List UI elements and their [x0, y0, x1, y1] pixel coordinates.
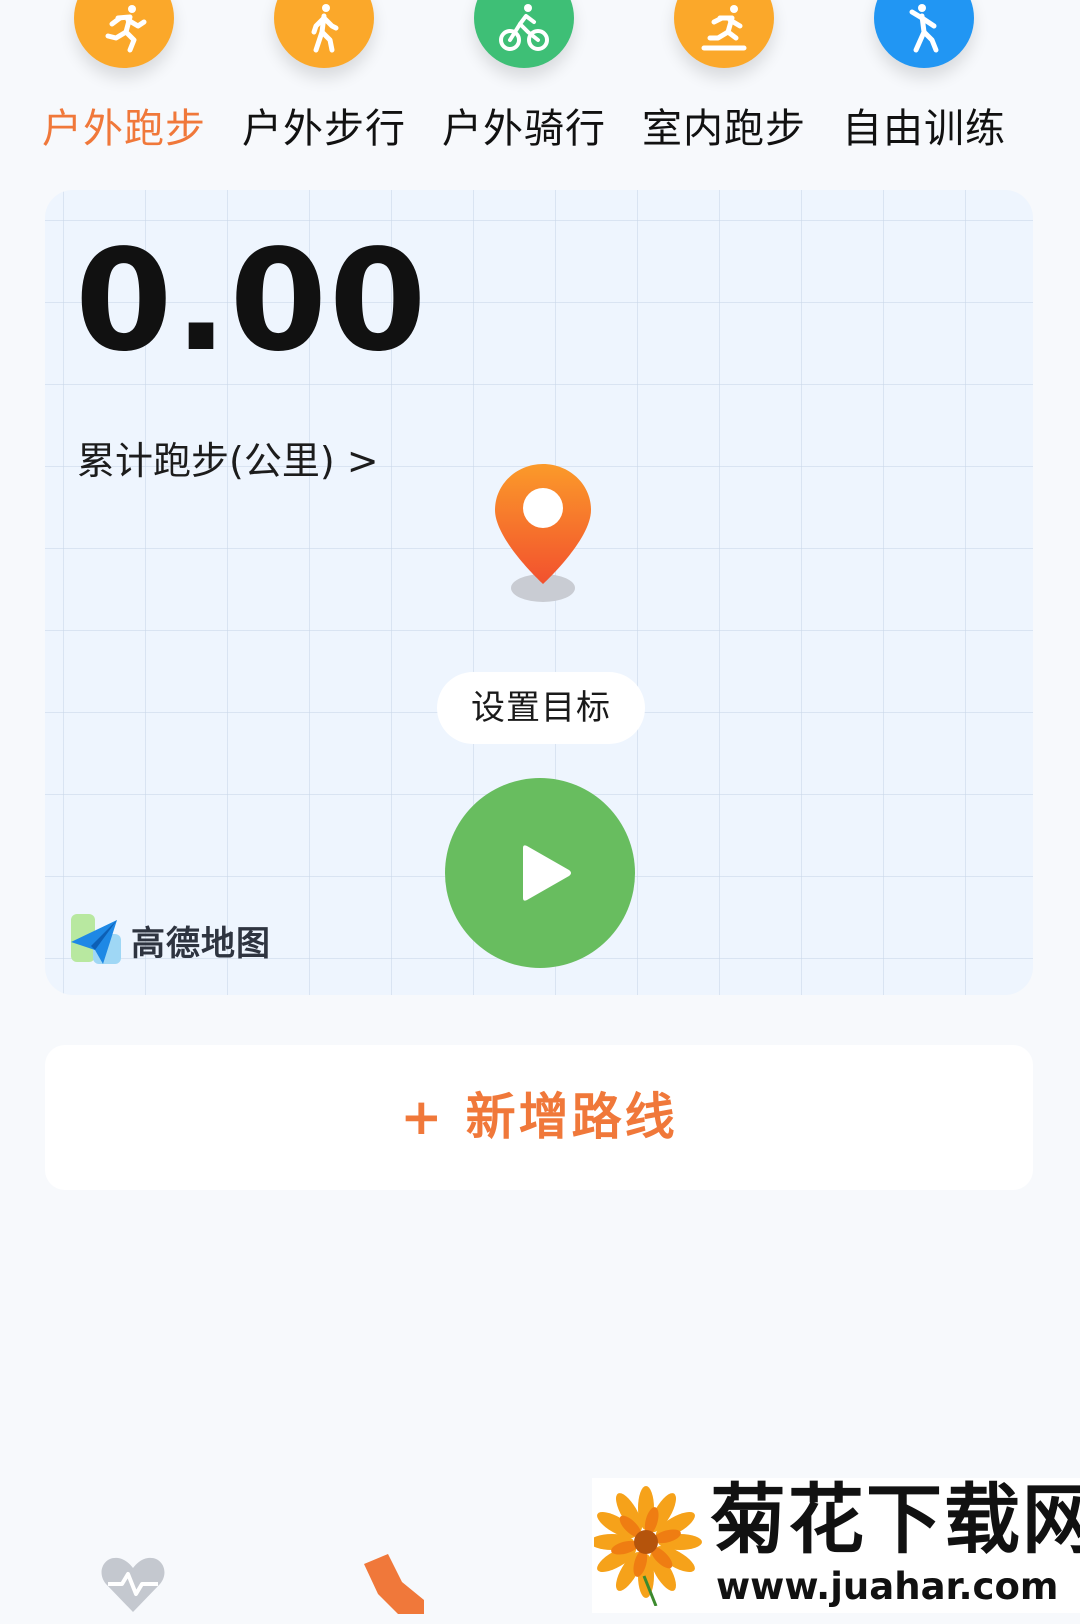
- tab-label: 室内跑步: [642, 106, 806, 152]
- runner-icon: [105, 5, 147, 53]
- set-goal-button[interactable]: 设置目标: [437, 672, 645, 744]
- shoe-icon: [364, 1554, 424, 1614]
- nav-item-sport[interactable]: [358, 1554, 438, 1624]
- tab-indoor-run[interactable]: 室内跑步: [624, 0, 824, 160]
- cyclist-icon: [499, 4, 549, 51]
- outdoor-cycling-badge: [474, 0, 574, 68]
- total-distance-value: 0.00: [75, 220, 429, 383]
- outdoor-run-badge: [74, 0, 174, 68]
- location-pin-icon: [495, 464, 591, 602]
- nav-item-health[interactable]: [98, 1554, 178, 1624]
- heart-pulse-icon: [101, 1557, 165, 1612]
- activity-tabs: 户外跑步 户外步行 户外骑行 室内跑步 自由训练: [0, 0, 1080, 160]
- tab-free-training[interactable]: 自由训练: [824, 0, 1024, 160]
- map-panel[interactable]: 0.00 累计跑步(公里) > 设置目标 高德地图: [45, 190, 1033, 995]
- indoor-run-badge: [674, 0, 774, 68]
- free-training-badge: [874, 0, 974, 68]
- total-distance-link[interactable]: 累计跑步(公里) >: [77, 430, 379, 485]
- tab-outdoor-cycling[interactable]: 户外骑行: [424, 0, 624, 160]
- map-provider-name: 高德地图: [131, 924, 271, 964]
- tab-label: 户外跑步: [42, 106, 206, 152]
- add-route-button[interactable]: + 新增路线: [45, 1045, 1033, 1190]
- start-workout-button[interactable]: [445, 778, 635, 968]
- outdoor-walk-badge: [274, 0, 374, 68]
- map-provider-logo: 高德地图: [67, 908, 307, 970]
- treadmill-runner-icon: [701, 5, 747, 51]
- watermark-url: www.juahar.com: [716, 1565, 1059, 1608]
- play-icon: [523, 845, 571, 901]
- tab-label: 自由训练: [842, 106, 1006, 152]
- tab-outdoor-walk[interactable]: 户外步行: [224, 0, 424, 160]
- amap-logo-icon: [71, 914, 121, 964]
- watermark-title: 菊花下载网: [710, 1475, 1080, 1564]
- free-training-icon: [909, 4, 939, 53]
- tab-label: 户外步行: [242, 106, 406, 152]
- tab-label: 户外骑行: [442, 106, 606, 152]
- tab-outdoor-run[interactable]: 户外跑步: [24, 0, 224, 160]
- chrysanthemum-logo-icon: [594, 1486, 702, 1606]
- walker-icon: [311, 4, 339, 53]
- watermark: 菊花下载网 www.juahar.com: [592, 1478, 1080, 1613]
